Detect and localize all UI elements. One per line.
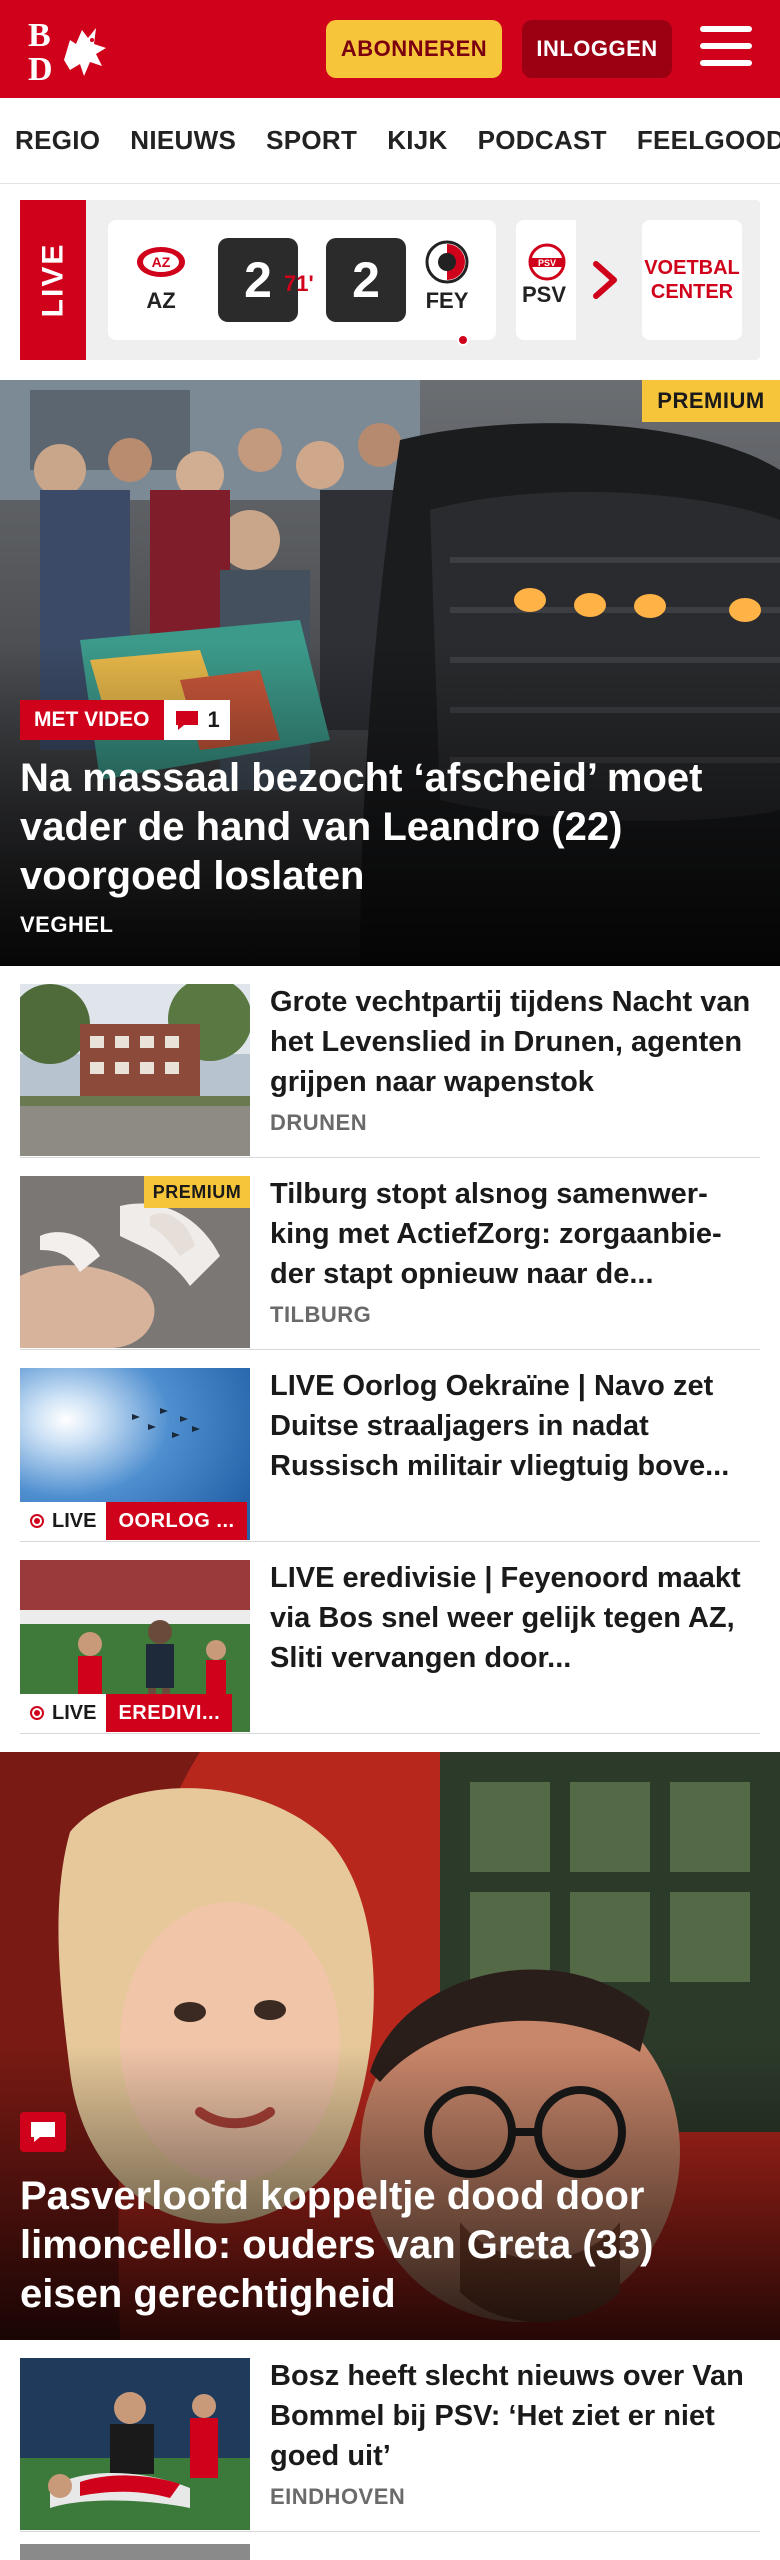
hero-title[interactable]: Na massaal bezocht ‘afscheid’ moet vader… (20, 754, 740, 901)
bd-logo[interactable]: B D (26, 14, 118, 88)
article-title[interactable]: Tilburg stopt alsnog samenwer­king met A… (270, 1174, 754, 1294)
hero-title[interactable]: Pasverloofd koppeltje dood door limoncel… (20, 2172, 740, 2319)
psv-crest-icon: PSV (522, 242, 572, 282)
premium-badge: PREMIUM (144, 1176, 250, 1208)
article-location: DRUNEN (270, 1110, 368, 1135)
hero-article[interactable]: PREMIUM MET VIDEO 1 Na massaal bezocht ‘… (0, 380, 780, 966)
category-tag: EREDIVI... (106, 1694, 233, 1732)
live-scores-widget: LIVE AZ AZ 2 71' 2 FEY PSV PSV VOETBAL C (20, 200, 760, 360)
article-thumbnail: PREMIUM (20, 1176, 250, 1348)
svg-text:PSV: PSV (538, 258, 556, 268)
nav-item-feelgood[interactable]: FEELGOOD (637, 125, 780, 156)
home-team-name: AZ (146, 288, 176, 313)
voetbal-center-link[interactable]: VOETBAL CENTER (642, 220, 742, 340)
live-indicator: LIVE (20, 1502, 107, 1540)
nav-item-regio[interactable]: REGIO (15, 125, 100, 156)
list-item[interactable]: LIVE OORLOG ... LIVE Oorlog Oekraïne | N… (20, 1350, 760, 1542)
article-location: TILBURG (270, 1302, 372, 1327)
main-nav: REGIO NIEUWS SPORT KIJK PODCAST FEELGOOD (0, 98, 780, 184)
article-title[interactable]: LIVE eredivisie | Feyenoord maakt via Bo… (270, 1558, 754, 1678)
svg-text:D: D (28, 51, 53, 84)
login-button[interactable]: INLOGGEN (522, 20, 672, 78)
svg-text:B: B (28, 17, 51, 54)
article-title[interactable]: Grote vechtpartij tijdens Nacht van het … (270, 982, 754, 1102)
live-dot-icon (30, 1514, 44, 1528)
chevron-right-icon[interactable] (590, 260, 620, 300)
hero-tags: MET VIDEO 1 (20, 700, 230, 740)
subscribe-button[interactable]: ABONNEREN (326, 20, 502, 78)
next-team-name: PSV (522, 282, 567, 307)
list-item[interactable]: PREMIUM Tilburg stopt alsnog samenwer­ki… (20, 1158, 760, 1350)
next-article-thumbnail (20, 2544, 250, 2560)
next-match-card[interactable]: PSV PSV (516, 220, 576, 340)
away-team: FEY (412, 240, 482, 314)
menu-icon[interactable] (700, 26, 752, 72)
away-score: 2 (326, 238, 406, 322)
match-minute: 71' (284, 271, 314, 296)
next-team: PSV PSV (522, 242, 576, 308)
az-crest-icon: AZ (136, 242, 186, 282)
comment-icon (175, 711, 198, 730)
score-change-dot (457, 334, 469, 346)
list-item[interactable]: Bosz heeft slecht nieuws over Van Bommel… (20, 2340, 760, 2532)
comment-count-value: 1 (207, 707, 220, 732)
category-tag: OORLOG ... (106, 1502, 247, 1540)
video-tag: MET VIDEO (20, 700, 164, 740)
match-card[interactable]: AZ AZ 2 71' 2 FEY (108, 220, 496, 346)
article-thumbnail: LIVE OORLOG ... (20, 1368, 250, 1540)
feyenoord-crest-icon (422, 240, 472, 284)
nav-item-sport[interactable]: SPORT (266, 125, 357, 156)
article-thumbnail (20, 2358, 250, 2530)
comment-count: 1 (163, 700, 230, 740)
article-title[interactable]: LIVE Oorlog Oekraïne | Navo zet Duitse s… (270, 1366, 754, 1486)
list-item[interactable]: LIVE EREDIVI... LIVE eredivisie | Feyeno… (20, 1542, 760, 1734)
live-strip: LIVE OORLOG ... (20, 1502, 247, 1540)
live-badge: LIVE (20, 200, 86, 360)
list-item[interactable]: Grote vechtpartij tijdens Nacht van het … (20, 966, 760, 1158)
comment-icon (20, 2112, 66, 2152)
hero-location: VEGHEL (20, 912, 114, 937)
article-thumbnail: LIVE EREDIVI... (20, 1560, 250, 1732)
premium-badge: PREMIUM (642, 380, 780, 422)
away-team-name: FEY (425, 288, 469, 313)
article-thumbnail (20, 984, 250, 1156)
nav-item-podcast[interactable]: PODCAST (478, 125, 607, 156)
live-indicator: LIVE (20, 1694, 107, 1732)
top-bar: B D ABONNEREN INLOGGEN (0, 0, 780, 98)
nav-item-nieuws[interactable]: NIEUWS (130, 125, 236, 156)
home-team: AZ AZ (126, 242, 196, 314)
article-title[interactable]: Bosz heeft slecht nieuws over Van Bommel… (270, 2356, 754, 2476)
live-strip: LIVE EREDIVI... (20, 1694, 233, 1732)
hero-article-2[interactable]: Pasverloofd koppeltje dood door limoncel… (0, 1752, 780, 2340)
live-dot-icon (30, 1706, 44, 1720)
nav-item-kijk[interactable]: KIJK (387, 125, 447, 156)
article-location: EINDHOVEN (270, 2484, 406, 2509)
svg-text:AZ: AZ (152, 254, 171, 270)
